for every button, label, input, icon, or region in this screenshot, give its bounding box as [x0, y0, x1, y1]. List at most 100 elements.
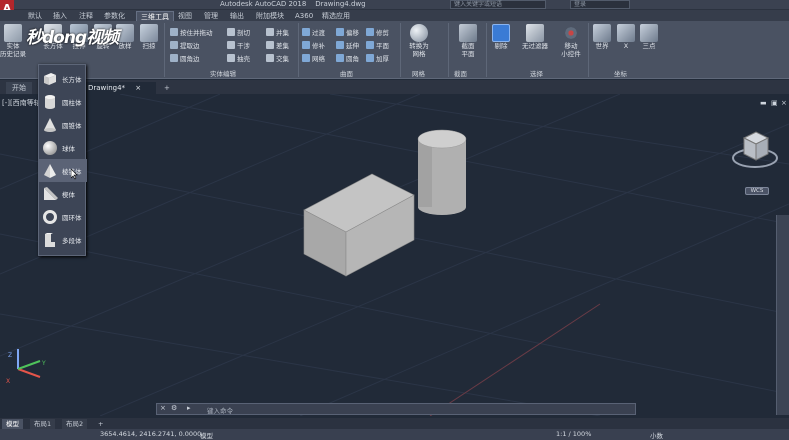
- dropdown-item-label: 球体: [62, 144, 75, 153]
- solid-history-button[interactable]: 实体 历史记录: [0, 24, 26, 58]
- interfere-icon: [227, 40, 235, 49]
- tab-start[interactable]: 开始: [6, 82, 32, 94]
- dropdown-item-wedge[interactable]: 楔体: [39, 182, 87, 205]
- autocad-window: { "app": { "logo": "A", "title": "Autode…: [0, 0, 789, 440]
- layout-tab-bar: 模型 布局1 布局2 +: [0, 418, 789, 429]
- culling-button[interactable]: 剔除: [488, 24, 514, 50]
- restore-icon[interactable]: ▣: [771, 99, 778, 107]
- dropdown-item-cone[interactable]: 圆锥体: [39, 113, 87, 136]
- wcs-dropdown[interactable]: WCS: [745, 187, 769, 195]
- section-plane-label: 截面 平面: [461, 42, 475, 58]
- tab-model[interactable]: 模型: [2, 419, 23, 429]
- ucs-x-label: X: [6, 378, 11, 385]
- tab-a360[interactable]: A360: [291, 11, 317, 21]
- sweep-icon: [140, 24, 158, 42]
- culling-label: 剔除: [494, 42, 508, 50]
- extract-edges-button[interactable]: 提取边: [170, 39, 200, 50]
- tab-manage[interactable]: 管理: [200, 11, 222, 21]
- login-button[interactable]: 登录: [570, 0, 630, 9]
- subtract-icon: [266, 40, 274, 49]
- search-input[interactable]: 键入关键字或短语: [450, 0, 546, 9]
- command-history-icon[interactable]: ▸: [187, 404, 191, 412]
- annotation-scale[interactable]: 1:1 / 100%: [556, 430, 591, 438]
- extend-button[interactable]: 延伸: [336, 39, 359, 50]
- section-plane-button[interactable]: 截面 平面: [455, 24, 481, 58]
- solid-history-icon: [4, 24, 22, 42]
- tab-output[interactable]: 输出: [226, 11, 248, 21]
- sweep-button[interactable]: 扫掠: [136, 24, 162, 50]
- blend-button[interactable]: 过渡: [302, 26, 325, 37]
- slice-button[interactable]: 剖切: [227, 26, 250, 37]
- tab-view[interactable]: 视图: [174, 11, 196, 21]
- extract-edges-label: 提取边: [180, 41, 200, 50]
- patch-button[interactable]: 修补: [302, 39, 325, 50]
- navigation-bar[interactable]: [776, 215, 789, 415]
- viewport-canvas: [0, 93, 789, 417]
- flatten-button[interactable]: 平面: [366, 39, 389, 50]
- new-tab-button[interactable]: +: [158, 82, 176, 94]
- subtract-button[interactable]: 差集: [266, 39, 289, 50]
- cylinder-solid[interactable]: [417, 129, 467, 215]
- presspull-button[interactable]: 按住并拖动: [170, 26, 213, 37]
- tab-annotate[interactable]: 注释: [75, 11, 97, 21]
- patch-label: 修补: [312, 41, 325, 50]
- wrench-icon[interactable]: ⚙: [171, 404, 177, 412]
- drawing-viewport[interactable]: [0, 93, 789, 417]
- fillet-edge-button[interactable]: 圆角边: [170, 52, 200, 63]
- torus-icon: [43, 209, 57, 224]
- world-ucs-button[interactable]: 世界: [589, 24, 615, 50]
- view-cube[interactable]: [732, 131, 778, 168]
- tab-layout1[interactable]: 布局1: [30, 419, 56, 429]
- dropdown-item-pyramid[interactable]: 棱锥体: [39, 159, 87, 182]
- section-panel-label: 截面: [454, 70, 467, 78]
- thicken-button[interactable]: 加厚: [366, 52, 389, 63]
- culling-icon: [492, 24, 510, 42]
- three-point-ucs-button[interactable]: 三点: [636, 24, 662, 50]
- trim-icon: [366, 27, 374, 36]
- network-button[interactable]: 网络: [302, 52, 325, 63]
- shell-button[interactable]: 抽壳: [227, 52, 250, 63]
- intersect-button[interactable]: 交集: [266, 52, 289, 63]
- tab-layout2[interactable]: 布局2: [62, 419, 88, 429]
- dropdown-item-torus[interactable]: 圆环体: [39, 205, 87, 228]
- surface-fillet-button[interactable]: 圆角: [336, 52, 359, 63]
- dropdown-item-sphere[interactable]: 球体: [39, 136, 87, 159]
- add-layout-button[interactable]: +: [94, 419, 107, 429]
- shell-icon: [227, 53, 235, 62]
- tab-3d-tools[interactable]: 三维工具: [136, 11, 174, 21]
- tab-drawing4[interactable]: Drawing4* ×: [82, 82, 156, 94]
- three-point-ucs-label: 三点: [642, 42, 656, 50]
- mesh-sphere-icon: [410, 24, 428, 42]
- dropdown-item-polysolid[interactable]: 多段体: [39, 228, 87, 251]
- command-input[interactable]: 键入命令: [207, 405, 233, 415]
- panel-separator: [400, 23, 401, 77]
- move-gizmo-label: 移动 小控件: [561, 42, 581, 58]
- tab-parametric[interactable]: 参数化: [100, 11, 129, 21]
- close-icon[interactable]: ×: [781, 99, 787, 107]
- interfere-label: 干涉: [237, 41, 250, 50]
- tab-insert[interactable]: 插入: [49, 11, 71, 21]
- no-filter-dropdown[interactable]: 无过滤器: [520, 24, 550, 50]
- trim-button[interactable]: 修剪: [366, 26, 389, 37]
- command-line[interactable]: × ⚙ ▸ 键入命令: [156, 403, 636, 415]
- command-close-icon[interactable]: ×: [160, 404, 166, 412]
- tab-default[interactable]: 默认: [24, 11, 46, 21]
- tab-featured-apps[interactable]: 精选应用: [318, 11, 354, 21]
- offset-button[interactable]: 偏移: [336, 26, 359, 37]
- union-button[interactable]: 并集: [266, 26, 289, 37]
- trim-label: 修剪: [376, 28, 389, 37]
- units-display[interactable]: 小数: [650, 430, 663, 440]
- close-icon[interactable]: ×: [135, 84, 141, 92]
- convert-to-mesh-button[interactable]: 转换为 网格: [406, 24, 432, 58]
- dropdown-item-box[interactable]: 长方体: [39, 67, 87, 90]
- thicken-label: 加厚: [376, 54, 389, 63]
- coordinates-readout: 3654.4614, 2416.2741, 0.0000: [100, 430, 202, 438]
- dropdown-item-cylinder[interactable]: 圆柱体: [39, 90, 87, 113]
- minimize-icon[interactable]: ▬: [760, 99, 767, 107]
- interfere-button[interactable]: 干涉: [227, 39, 250, 50]
- box-solid[interactable]: [303, 173, 415, 277]
- tab-addins[interactable]: 附加模块: [252, 11, 288, 21]
- model-space-toggle[interactable]: 模型: [200, 430, 213, 440]
- move-gizmo-button[interactable]: 移动 小控件: [556, 24, 586, 58]
- slice-label: 剖切: [237, 28, 250, 37]
